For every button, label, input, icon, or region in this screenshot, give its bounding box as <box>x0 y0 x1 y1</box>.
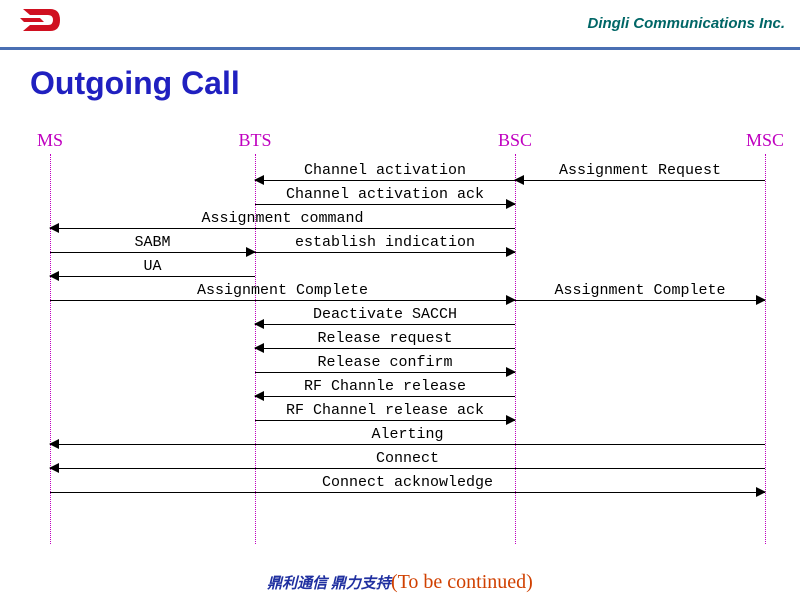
message-arrow: Assignment Complete <box>515 298 765 318</box>
node-label-bsc: BSC <box>498 130 532 151</box>
message-label: UA <box>50 258 255 275</box>
message-label: Assignment Complete <box>50 282 515 299</box>
message-label: Deactivate SACCH <box>255 306 515 323</box>
node-label-ms: MS <box>37 130 63 151</box>
message-label: Connect <box>50 450 765 467</box>
footer-continued: (To be continued) <box>391 571 533 593</box>
footer: 鼎利通信 鼎力支持(To be continued) <box>0 571 800 594</box>
message-label: Channel activation <box>255 162 515 179</box>
message-label: RF Channel release ack <box>255 402 515 419</box>
message-label: Connect acknowledge <box>50 474 765 491</box>
message-label: Assignment Complete <box>515 282 765 299</box>
page-title: Outgoing Call <box>30 65 240 102</box>
message-arrow: Assignment Request <box>515 178 765 198</box>
sequence-diagram: MSBTSBSCMSCAssignment RequestChannel act… <box>25 130 775 550</box>
company-name: Dingli Communications Inc. <box>587 15 785 32</box>
message-label: establish indication <box>255 234 515 251</box>
message-arrow: Connect acknowledge <box>50 490 765 510</box>
node-label-msc: MSC <box>746 130 784 151</box>
message-label: Assignment Request <box>515 162 765 179</box>
message-label: RF Channle release <box>255 378 515 395</box>
message-label: Release confirm <box>255 354 515 371</box>
logo <box>20 5 60 40</box>
lifeline-msc <box>765 154 766 544</box>
node-label-bts: BTS <box>238 130 271 151</box>
header: Dingli Communications Inc. <box>0 0 800 45</box>
message-label: SABM <box>50 234 255 251</box>
footer-chinese: 鼎利通信 鼎力支持 <box>267 576 391 592</box>
message-label: Alerting <box>50 426 765 443</box>
message-label: Assignment command <box>50 210 515 227</box>
message-arrow: establish indication <box>255 250 515 270</box>
message-label: Channel activation ack <box>255 186 515 203</box>
header-divider <box>0 47 800 50</box>
message-label: Release request <box>255 330 515 347</box>
